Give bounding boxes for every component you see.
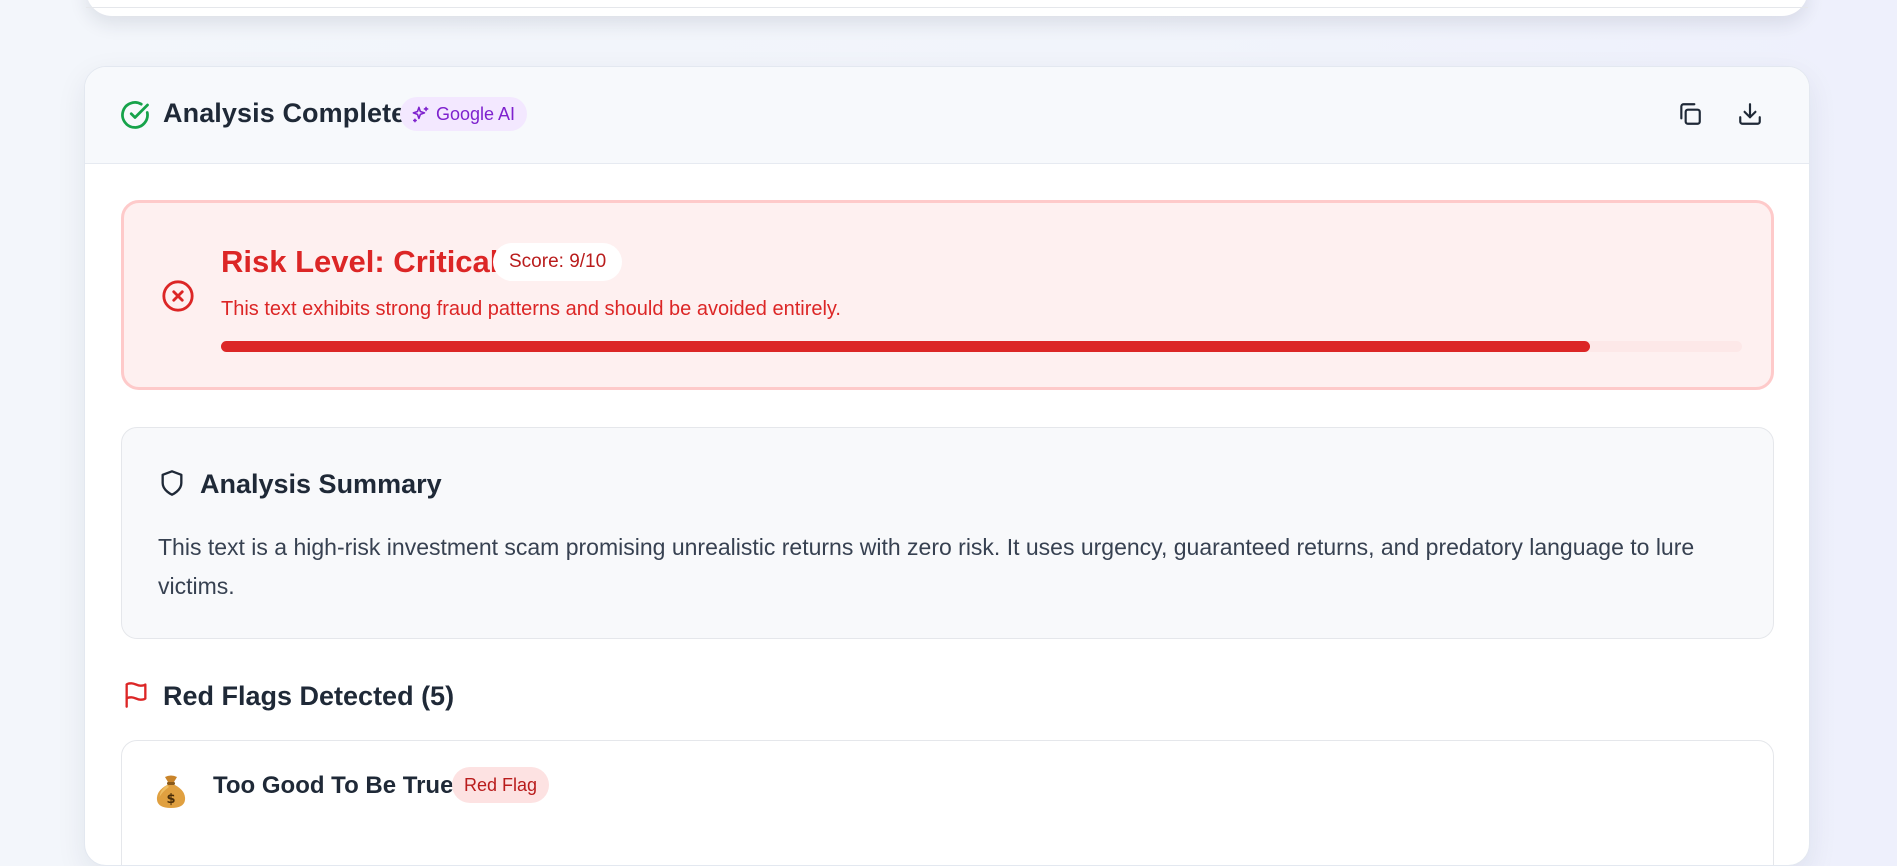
previous-card xyxy=(86,0,1808,16)
score-badge: Score: 9/10 xyxy=(493,243,623,281)
risk-description: This text exhibits strong fraud patterns… xyxy=(221,298,841,320)
risk-progress-bar xyxy=(221,341,1742,352)
red-flag-item: $ Too Good To Be True Red Flag xyxy=(121,740,1774,865)
sparkles-icon xyxy=(412,106,429,122)
google-ai-badge: Google AI xyxy=(400,97,528,131)
x-circle-icon xyxy=(162,280,194,312)
svg-text:$: $ xyxy=(166,792,175,807)
flag-icon xyxy=(125,682,147,708)
summary-text: This text is a high-risk investment scam… xyxy=(158,534,1695,599)
page-title: Analysis Complete xyxy=(163,98,407,128)
check-circle-icon xyxy=(121,101,149,129)
download-icon xyxy=(1739,103,1761,125)
copy-icon xyxy=(1680,103,1701,125)
analysis-summary-panel: Analysis Summary This text is a high-ris… xyxy=(121,427,1774,639)
risk-level-panel: Risk Level: Critical Score: 9/10 This te… xyxy=(121,200,1774,390)
card-header: Analysis Complete Google AI xyxy=(85,67,1809,164)
download-button[interactable] xyxy=(1735,99,1765,129)
money-bag-icon: $ xyxy=(156,775,186,808)
risk-level-title: Risk Level: Critical xyxy=(221,244,499,279)
summary-title: Analysis Summary xyxy=(200,469,442,499)
red-flag-name: Too Good To Be True xyxy=(213,772,454,799)
red-flags-title: Red Flags Detected (5) xyxy=(163,681,455,711)
analysis-result-card: Analysis Complete Google AI Risk Level: … xyxy=(84,66,1810,866)
red-flag-badge: Red Flag xyxy=(452,767,550,803)
google-ai-label: Google AI xyxy=(436,103,516,124)
shield-icon xyxy=(161,470,183,496)
risk-progress-fill xyxy=(221,341,1590,352)
copy-button[interactable] xyxy=(1675,99,1705,129)
